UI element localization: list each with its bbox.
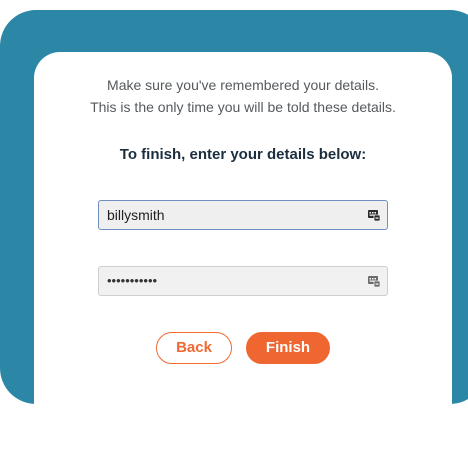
password-input[interactable]: ••••••••••• — [98, 266, 388, 296]
instructions-line-2: This is the only time you will be told t… — [90, 99, 396, 115]
password-value: ••••••••••• — [107, 273, 158, 288]
instructions-line-1: Make sure you've remembered your details… — [107, 77, 379, 93]
form-heading: To finish, enter your details below: — [119, 146, 367, 163]
finish-button[interactable]: Finish — [246, 332, 330, 364]
instructions-text: Make sure you've remembered your details… — [34, 74, 452, 118]
back-button[interactable]: Back — [156, 332, 232, 364]
key-card-icon[interactable] — [368, 209, 380, 221]
key-card-icon[interactable] — [368, 275, 380, 287]
username-input[interactable]: billysmith — [98, 200, 388, 230]
outer-frame: Make sure you've remembered your details… — [0, 10, 468, 452]
username-value: billysmith — [107, 207, 165, 223]
details-card: Make sure you've remembered your details… — [34, 52, 452, 452]
